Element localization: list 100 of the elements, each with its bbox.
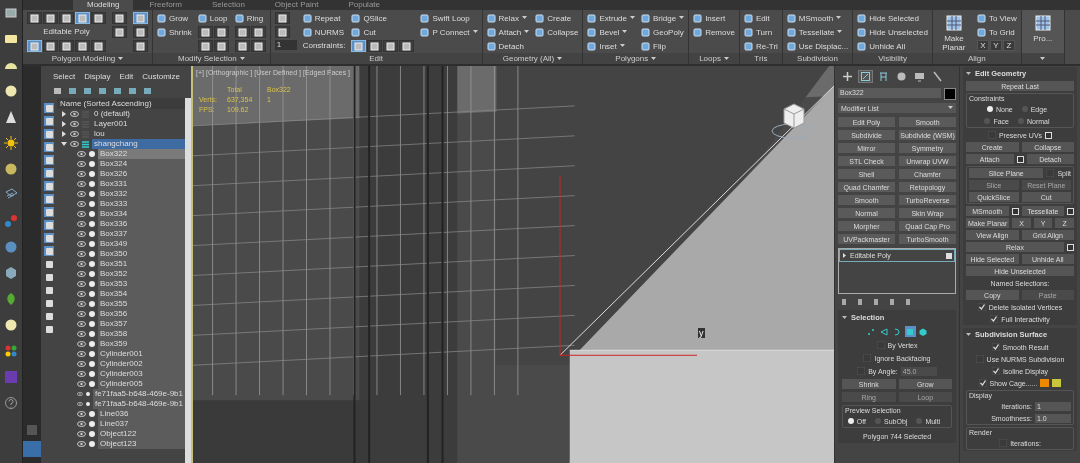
menu-item[interactable]: Select <box>53 72 76 81</box>
eye-icon[interactable] <box>77 241 86 247</box>
layer-name[interactable]: lou <box>92 129 107 139</box>
ribbon-tool-button[interactable]: Hide Selected <box>857 12 928 24</box>
rect-icon[interactable] <box>4 32 18 46</box>
object-name[interactable]: Box332 <box>98 189 185 199</box>
settings-button[interactable] <box>1045 131 1053 139</box>
ribbon-tab[interactable]: Populate <box>334 0 394 10</box>
eye-icon[interactable] <box>77 171 86 177</box>
eye-icon[interactable] <box>77 381 86 387</box>
object-name[interactable]: fe71faa5-b648-469e-9b1 <box>92 399 185 409</box>
radio-button[interactable] <box>984 118 991 124</box>
ribbon-tool-button[interactable]: Cut <box>351 26 415 38</box>
ribbon-tool-button[interactable]: Use Displac... <box>786 40 849 52</box>
eye-icon[interactable] <box>77 421 86 427</box>
filter-toggle[interactable] <box>44 181 54 191</box>
eye-icon[interactable] <box>77 341 86 347</box>
eye-icon[interactable] <box>77 251 86 257</box>
tool-icon-button[interactable] <box>43 12 58 24</box>
eye-icon[interactable] <box>77 331 86 337</box>
ribbon-large-button[interactable]: Make Planar <box>936 12 971 52</box>
bar-icon[interactable] <box>856 298 864 306</box>
object-color-swatch[interactable] <box>944 88 956 100</box>
element-cube-icon[interactable] <box>917 326 929 337</box>
eye-icon[interactable] <box>77 411 86 417</box>
eye-icon[interactable] <box>77 441 86 447</box>
tool-icon-button[interactable] <box>59 12 74 24</box>
object-name[interactable]: Box355 <box>98 299 185 309</box>
ribbon-tool-button[interactable]: Extrude <box>587 12 635 24</box>
checkbox[interactable] <box>991 343 1000 351</box>
tool-icon-button[interactable] <box>234 26 250 38</box>
filter-toggle[interactable] <box>44 324 54 334</box>
filter-toggle[interactable] <box>44 233 54 243</box>
stack-toggle[interactable] <box>946 252 952 259</box>
eye-icon[interactable] <box>77 391 83 397</box>
eye-icon[interactable] <box>77 221 86 227</box>
object-name[interactable]: Box358 <box>98 329 185 339</box>
object-name[interactable]: Box349 <box>98 239 185 249</box>
eye-icon[interactable] <box>70 131 79 137</box>
tool-icon-button[interactable] <box>274 12 290 24</box>
menu-item[interactable]: Customize <box>142 72 181 81</box>
tool-icon-button[interactable] <box>75 40 90 52</box>
ribbon-tool-button[interactable]: Inset <box>587 40 635 52</box>
layer-name[interactable]: shangchang <box>92 139 185 149</box>
layer-name[interactable]: 0 (default) <box>92 109 133 119</box>
ribbon-tool-button[interactable]: Detach <box>486 40 530 52</box>
eye-icon[interactable] <box>77 161 86 167</box>
eye-icon[interactable] <box>77 191 86 197</box>
column-header[interactable]: Name (Sorted Ascending) <box>57 98 185 109</box>
filter-toggle[interactable] <box>44 116 54 126</box>
ball-icon[interactable] <box>4 240 18 254</box>
eye-icon[interactable] <box>77 181 86 187</box>
polygon-square-icon[interactable] <box>904 326 916 337</box>
tool-icon-button[interactable] <box>133 26 148 38</box>
tool-icon-button[interactable] <box>197 26 213 38</box>
cone-icon[interactable] <box>4 110 18 124</box>
ribbon-tool-button[interactable]: Grow <box>157 12 192 24</box>
viewport-thumbnail[interactable] <box>23 441 41 457</box>
expand-arrow-icon[interactable] <box>842 253 847 258</box>
checkbox[interactable] <box>977 303 986 311</box>
eye-icon[interactable] <box>70 111 79 117</box>
object-name[interactable]: Box350 <box>98 249 185 259</box>
eye-icon[interactable] <box>77 231 86 237</box>
object-name[interactable]: Box326 <box>98 169 185 179</box>
radio-button[interactable] <box>1018 118 1024 124</box>
lock-icon[interactable] <box>53 86 62 95</box>
tool-icon-button[interactable] <box>91 12 106 24</box>
filter-toggle[interactable] <box>44 168 54 178</box>
tool-icon-button[interactable] <box>112 26 127 38</box>
tool-icon-button[interactable] <box>250 26 266 38</box>
checkbox[interactable] <box>990 315 999 323</box>
ribbon-tab[interactable]: Modeling <box>73 0 134 10</box>
vertex-dots-icon[interactable] <box>865 326 877 337</box>
ribbon-tab[interactable]: Freeform <box>135 0 196 10</box>
sphere-icon[interactable] <box>4 84 18 98</box>
tool-icon-button[interactable] <box>197 40 213 52</box>
axis-button[interactable]: Z <box>1002 40 1015 51</box>
settings-button[interactable] <box>1067 243 1074 251</box>
radio-button[interactable] <box>1021 106 1028 112</box>
filter-toggle[interactable] <box>44 103 54 113</box>
wrench-icon[interactable] <box>930 70 945 83</box>
ribbon-tool-button[interactable]: Turn <box>743 26 778 38</box>
tool-icon-button[interactable] <box>367 40 383 52</box>
ribbon-tool-button[interactable]: Remove <box>693 26 735 38</box>
eye-icon[interactable] <box>77 211 86 217</box>
object-name[interactable]: Object123 <box>98 439 185 449</box>
tool-icon-button[interactable] <box>274 26 290 38</box>
ribbon-tool-button[interactable]: Flip <box>641 40 685 52</box>
molecule-icon[interactable] <box>4 214 18 228</box>
eye-icon[interactable] <box>77 201 86 207</box>
ribbon-tool-button[interactable]: Re-Tri <box>743 40 778 52</box>
object-name[interactable]: Box351 <box>98 259 185 269</box>
eye-icon[interactable] <box>77 261 86 267</box>
eye-icon[interactable] <box>77 321 86 327</box>
filter-toggle[interactable] <box>44 142 54 152</box>
expand-arrow-icon[interactable] <box>61 141 67 147</box>
tool-icon-button[interactable] <box>213 26 229 38</box>
tool-icon-button[interactable] <box>59 40 74 52</box>
object-name[interactable]: Cylinder001 <box>98 349 185 359</box>
eye-icon[interactable] <box>70 141 79 147</box>
